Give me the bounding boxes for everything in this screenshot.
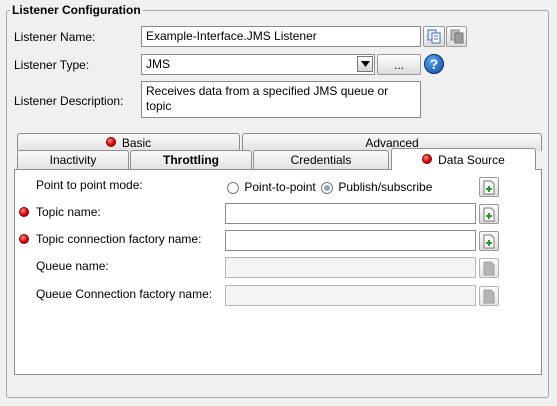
tab-credentials[interactable]: Credentials <box>253 150 389 169</box>
queue-name-add-button[interactable] <box>479 258 499 278</box>
new-document-icon <box>483 289 494 303</box>
point-to-point-mode-label: Point to point mode: <box>36 178 143 192</box>
listener-name-label: Listener Name: <box>14 30 96 44</box>
listener-type-dropdown-button[interactable] <box>357 56 373 72</box>
topic-factory-label: Topic connection factory name: <box>36 232 202 246</box>
point-to-point-label: Point-to-point <box>244 180 316 194</box>
mode-add-button[interactable] <box>479 177 499 197</box>
chevron-down-icon <box>360 61 370 67</box>
topic-name-field[interactable] <box>225 203 476 224</box>
publish-subscribe-label: Publish/subscribe <box>338 180 433 194</box>
listener-name-field[interactable]: Example-Interface.JMS Listener <box>141 26 421 47</box>
listener-description-label: Listener Description: <box>14 94 124 108</box>
mode-publish-subscribe-option[interactable]: Publish/subscribe <box>321 180 432 194</box>
queue-name-label: Queue name: <box>36 259 109 273</box>
new-document-icon <box>483 207 494 221</box>
tab-basic-label: Basic <box>121 135 152 150</box>
paste-icon <box>450 29 463 44</box>
listener-description-field[interactable]: Receives data from a specified JMS queue… <box>141 81 421 118</box>
queue-factory-label: Queue Connection factory name: <box>36 287 213 301</box>
paste-button[interactable] <box>446 26 467 47</box>
tab-inactivity[interactable]: Inactivity <box>17 150 129 169</box>
new-document-icon <box>483 180 494 194</box>
point-to-point-radio[interactable] <box>227 181 239 194</box>
listener-type-label: Listener Type: <box>14 58 90 72</box>
queue-name-field[interactable] <box>225 257 476 278</box>
tab-data-source-label: Data Source <box>438 152 505 167</box>
help-icon[interactable]: ? <box>424 54 444 74</box>
topic-name-add-button[interactable] <box>479 204 499 224</box>
browse-button[interactable]: ... <box>377 54 421 75</box>
topic-name-label: Topic name: <box>36 205 101 219</box>
listener-type-select[interactable]: JMS <box>141 54 375 75</box>
new-document-icon <box>483 234 494 248</box>
topic-factory-field[interactable] <box>225 230 476 251</box>
topic-factory-add-button[interactable] <box>479 231 499 251</box>
tab-throttling[interactable]: Throttling <box>130 150 252 169</box>
mode-point-to-point-option[interactable]: Point-to-point <box>227 180 316 194</box>
required-dot-icon <box>422 153 433 164</box>
tab-data-source[interactable]: Data Source <box>391 148 536 170</box>
tab-basic[interactable]: Basic <box>17 133 240 151</box>
queue-factory-field[interactable] <box>225 285 476 306</box>
copy-icon <box>427 29 441 44</box>
required-dot-icon <box>105 136 116 147</box>
copy-button[interactable] <box>423 26 445 47</box>
publish-subscribe-radio[interactable] <box>321 181 333 194</box>
queue-factory-add-button[interactable] <box>479 286 499 306</box>
new-document-icon <box>483 261 494 275</box>
required-dot-icon <box>19 234 29 244</box>
group-title: Listener Configuration <box>10 3 143 17</box>
required-dot-icon <box>19 207 29 217</box>
